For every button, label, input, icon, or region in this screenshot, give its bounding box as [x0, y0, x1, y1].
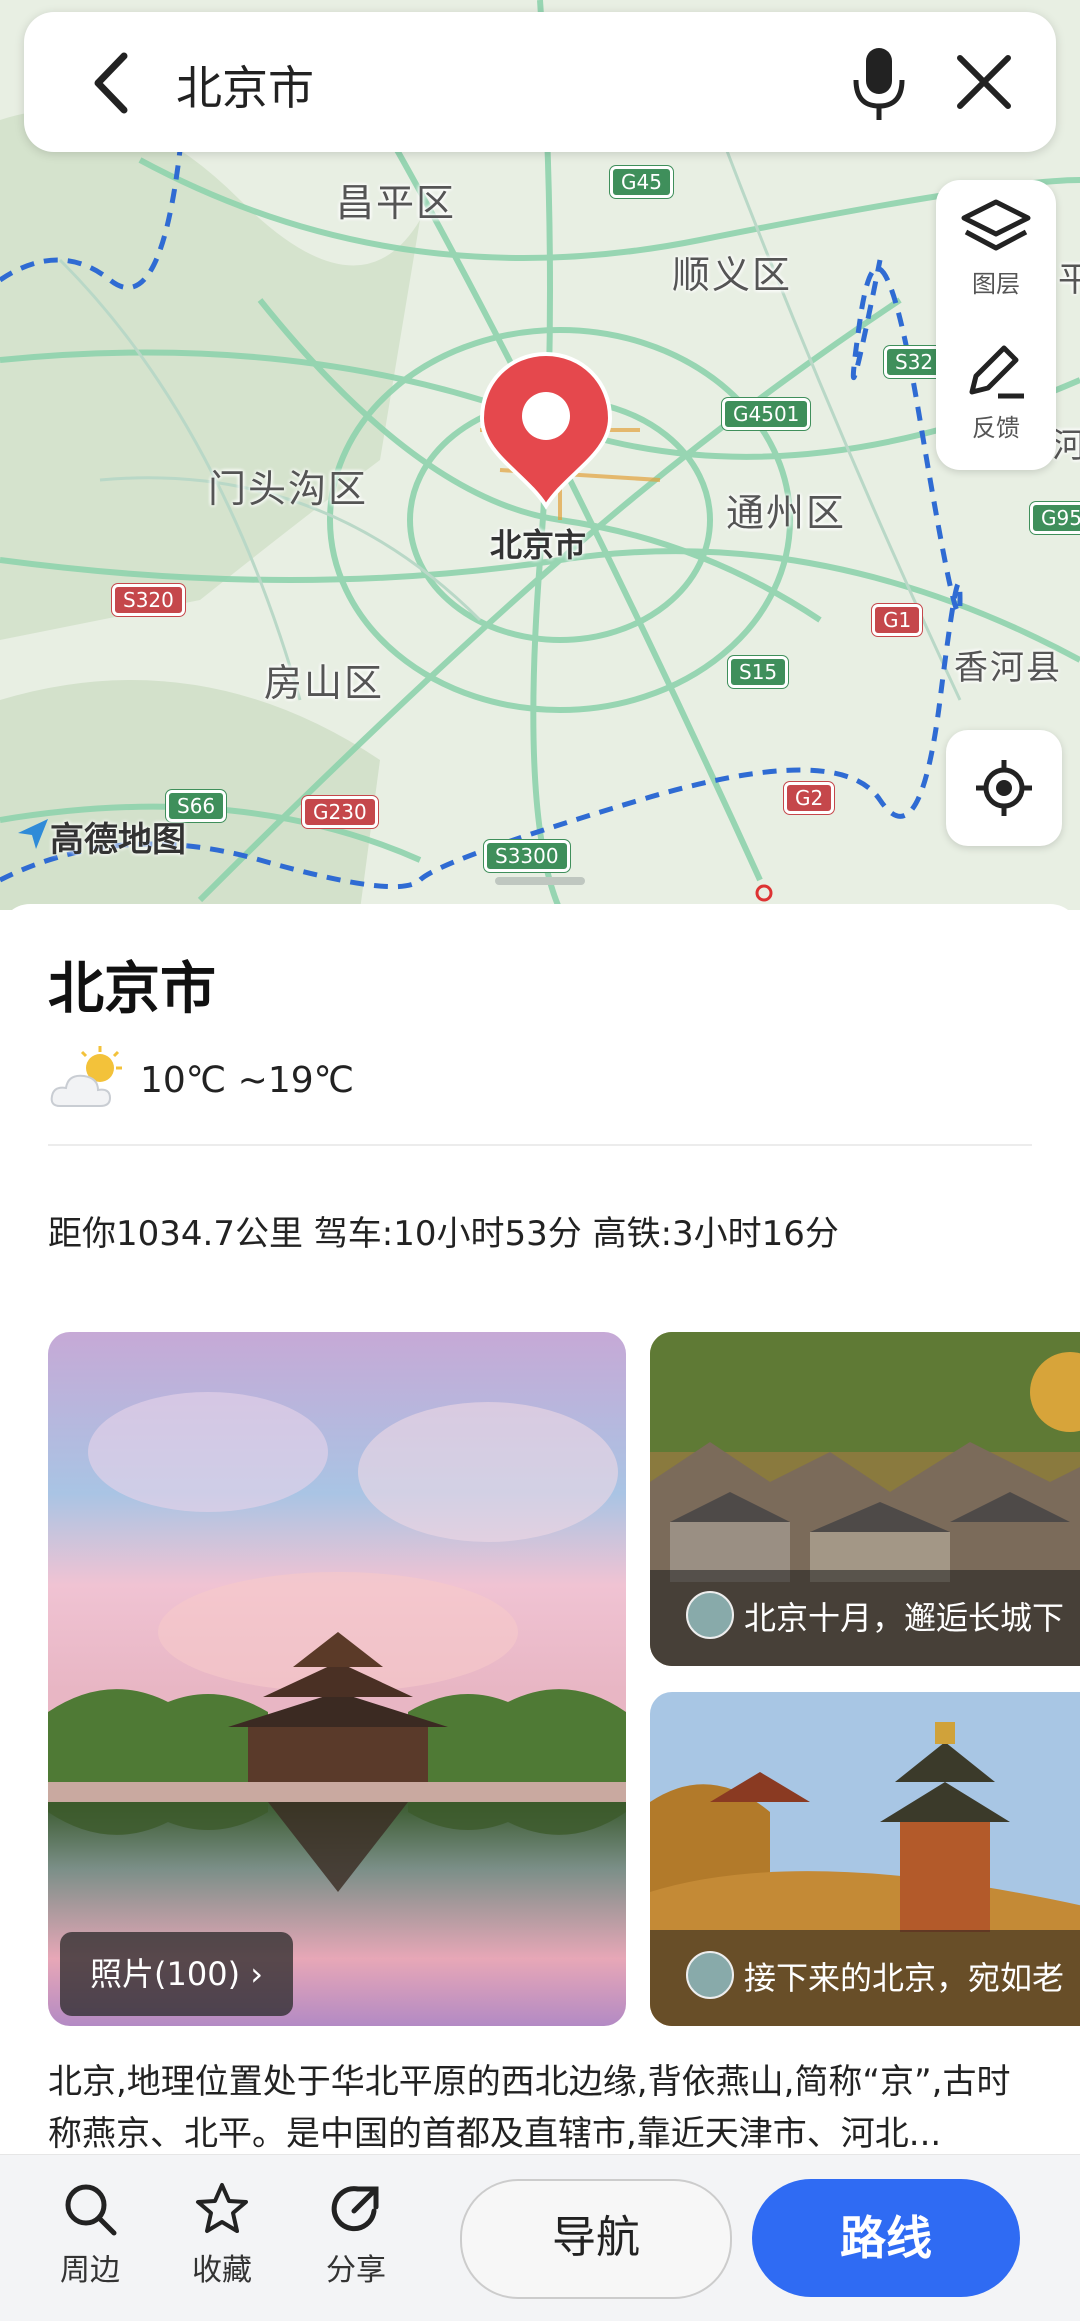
- author-avatar: [686, 1951, 734, 1999]
- road-shield: S3300: [484, 840, 570, 872]
- edge-label: 河: [1052, 426, 1080, 466]
- favorite-label: 收藏: [192, 2253, 252, 2288]
- star-icon: [196, 2183, 248, 2233]
- photo-gallery[interactable]: 照片(100) › 北京十月，邂逅长城下 接下来的北京，宛如老: [48, 1332, 1080, 2032]
- search-icon: [65, 2184, 117, 2236]
- share-button[interactable]: 分享: [306, 2181, 406, 2289]
- distance-info: 距你1034.7公里 驾车:10小时53分 高铁:3小时16分: [48, 1214, 839, 1254]
- navigation-button[interactable]: 导航: [460, 2179, 732, 2299]
- road-shield: G1: [872, 604, 923, 636]
- layers-button[interactable]: 图层: [936, 198, 1056, 299]
- temperature-range: 10℃ ~19℃: [140, 1060, 355, 1101]
- district-label: 香河县: [954, 648, 1062, 688]
- district-label: 昌平区: [336, 181, 457, 225]
- route-button[interactable]: 路线: [752, 2179, 1020, 2297]
- place-description: 北京,地理位置处于华北平原的西北边缘,背依燕山,简称“京”,古时称燕京、北平。是…: [48, 2062, 1011, 2154]
- article-caption: 接下来的北京，宛如老: [650, 1930, 1080, 2026]
- district-label: 通州区: [726, 491, 847, 535]
- district-label: 门头沟区: [208, 467, 369, 511]
- favorite-button[interactable]: 收藏: [172, 2181, 272, 2289]
- map-brand: 高德地图: [16, 812, 186, 861]
- bottom-action-bar: 周边 收藏 分享 导航 路线: [0, 2154, 1080, 2321]
- map-tools-panel: 图层 反馈: [936, 180, 1056, 470]
- nearby-button[interactable]: 周边: [40, 2181, 140, 2289]
- pin-label: 北京市: [490, 526, 587, 564]
- close-icon[interactable]: [954, 52, 1014, 112]
- edge-label: 平: [1058, 260, 1080, 300]
- road-shield: G95: [1030, 502, 1080, 534]
- back-icon[interactable]: [80, 48, 150, 118]
- search-query[interactable]: 北京市: [176, 52, 314, 118]
- layers-icon: [961, 199, 1031, 251]
- road-shield: G2: [784, 782, 835, 814]
- share-icon: [331, 2186, 379, 2232]
- author-avatar: [686, 1591, 734, 1639]
- forbidden-city-photo: [48, 1332, 626, 2026]
- road-shield: G4501: [722, 398, 811, 430]
- feedback-button[interactable]: 反馈: [936, 342, 1056, 443]
- amap-logo-icon: [18, 819, 48, 849]
- article-card[interactable]: 接下来的北京，宛如老: [650, 1692, 1080, 2026]
- microphone-icon[interactable]: [844, 44, 914, 124]
- divider: [48, 1144, 1032, 1146]
- road-shield: S15: [728, 656, 789, 688]
- photo-count-label: 照片(100): [90, 1955, 241, 1993]
- locate-icon: [976, 760, 1032, 816]
- road-shield: G230: [302, 796, 378, 828]
- sheet-drag-handle[interactable]: [495, 877, 585, 885]
- location-pin-icon[interactable]: [476, 350, 616, 510]
- share-label: 分享: [326, 2253, 386, 2288]
- place-detail-sheet: 北京市 10℃ ~19℃ 距你1034.7公里 驾车:10小时53分 高铁:3小…: [0, 904, 1080, 2154]
- partly-cloudy-icon: [50, 1046, 122, 1107]
- road-shield: S320: [112, 584, 185, 616]
- district-label: 顺义区: [672, 253, 793, 297]
- edit-feedback-icon: [969, 345, 1024, 399]
- feedback-label: 反馈: [972, 414, 1020, 442]
- nearby-label: 周边: [60, 2253, 120, 2288]
- photo-forbidden-city[interactable]: 照片(100) ›: [48, 1332, 626, 2026]
- district-label: 房山区: [264, 661, 385, 705]
- locate-me-button[interactable]: [946, 730, 1062, 846]
- article-card[interactable]: 北京十月，邂逅长城下: [650, 1332, 1080, 1666]
- search-bar: 北京市: [24, 12, 1056, 152]
- place-title: 北京市: [48, 957, 216, 1022]
- photo-count-button[interactable]: 照片(100) ›: [60, 1932, 294, 2016]
- layers-label: 图层: [972, 270, 1020, 298]
- article-caption: 北京十月，邂逅长城下: [650, 1570, 1080, 1666]
- road-shield: G45: [610, 166, 673, 198]
